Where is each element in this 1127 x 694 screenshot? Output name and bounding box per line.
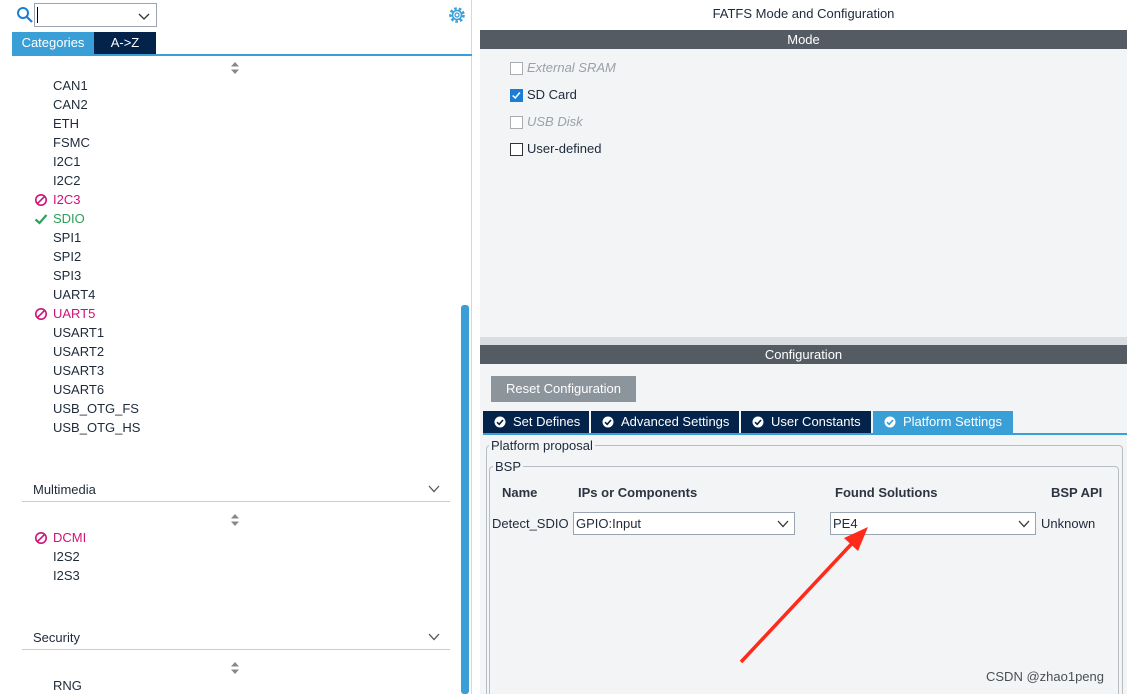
sort-arrows-icon[interactable] [230, 62, 240, 74]
chevron-down-icon [428, 633, 440, 641]
watermark: CSDN @zhao1peng [986, 669, 1104, 684]
mode-area: External SRAM SD Card USB Disk User-defined [480, 49, 1127, 337]
gear-icon[interactable] [447, 5, 467, 25]
mode-option-label: USB Disk [527, 114, 583, 129]
platform-proposal-label: Platform proposal [489, 438, 595, 453]
search-input[interactable] [34, 3, 157, 27]
row-name: Detect_SDIO [492, 516, 569, 531]
tab-advanced-settings[interactable]: Advanced Settings [591, 411, 739, 433]
section-label: Multimedia [33, 482, 96, 497]
scrollbar-thumb[interactable] [461, 305, 469, 694]
peripheral-item[interactable]: CAN1 [53, 76, 88, 95]
peripheral-item[interactable]: SDIO [53, 209, 85, 228]
peripheral-item[interactable]: USB_OTG_FS [53, 399, 139, 418]
peripheral-item[interactable]: SPI3 [53, 266, 81, 285]
chevron-down-icon [777, 520, 789, 528]
peripheral-item[interactable]: USART6 [53, 380, 104, 399]
sort-arrows-icon[interactable] [230, 514, 240, 526]
checkbox [510, 116, 523, 129]
found-solution-value: PE4 [833, 516, 858, 531]
peripheral-item[interactable]: SPI1 [53, 228, 81, 247]
section-label: Security [33, 630, 80, 645]
fatfs-config-panel: FATFS Mode and Configuration Mode Extern… [480, 0, 1127, 694]
peripheral-item[interactable]: FSMC [53, 133, 90, 152]
peripheral-item[interactable]: I2C2 [53, 171, 80, 190]
tab-a-z[interactable]: A->Z [94, 32, 156, 54]
peripheral-item[interactable]: DCMI [53, 528, 86, 547]
tab-label: Advanced Settings [621, 414, 730, 429]
checkbox [510, 62, 523, 75]
tab-label: User Constants [771, 414, 861, 429]
peripheral-item[interactable]: I2C1 [53, 152, 80, 171]
peripheral-tree-panel: Categories A->Z CAN1 CAN2 ETH FSMC I2C1 I2C2 I… [0, 0, 472, 694]
checkbox[interactable] [510, 89, 523, 102]
prohibited-icon [35, 308, 47, 320]
peripheral-item[interactable]: I2C3 [53, 190, 80, 209]
ip-component-value: GPIO:Input [576, 516, 642, 531]
mode-option-label: External SRAM [527, 60, 616, 75]
bsp-group [489, 466, 1119, 694]
configuration-area: Reset Configuration Set Defines Advanced … [480, 364, 1127, 694]
check-circle-icon [494, 416, 506, 428]
panel-title: FATFS Mode and Configuration [712, 6, 895, 21]
chevron-down-icon [428, 485, 440, 493]
section-security[interactable]: Security [22, 626, 450, 650]
tab-label: Set Defines [513, 414, 581, 429]
tab-set-defines[interactable]: Set Defines [483, 411, 589, 433]
prohibited-icon [35, 194, 47, 206]
check-icon [512, 92, 521, 100]
tab-underline [483, 433, 1127, 435]
column-header-ips: IPs or Components [578, 485, 698, 500]
check-circle-icon [752, 416, 764, 428]
reset-configuration-button[interactable]: Reset Configuration [491, 376, 636, 402]
tab-platform-settings[interactable]: Platform Settings [873, 411, 1013, 433]
tab-categories[interactable]: Categories [12, 32, 94, 54]
search-row [0, 0, 472, 30]
check-circle-icon [884, 416, 896, 428]
splitter[interactable] [480, 337, 1127, 345]
peripheral-item[interactable]: USB_OTG_HS [53, 418, 140, 437]
peripheral-item[interactable]: UART4 [53, 285, 95, 304]
peripheral-item[interactable]: RNG [53, 676, 82, 694]
configuration-header: Configuration [480, 345, 1127, 364]
column-header-found-solutions: Found Solutions [835, 485, 938, 500]
peripheral-item[interactable]: CAN2 [53, 95, 88, 114]
peripheral-item[interactable]: USART2 [53, 342, 104, 361]
column-header-bsp-api: BSP API [1051, 485, 1103, 500]
tab-label: Platform Settings [903, 414, 1002, 429]
text-cursor [37, 7, 38, 23]
bsp-label: BSP [493, 459, 524, 474]
bsp-api-value: Unknown [1041, 516, 1096, 531]
ip-component-select[interactable]: GPIO:Input [573, 512, 795, 535]
column-header-name: Name [502, 485, 538, 500]
mode-option-label: SD Card [527, 87, 577, 102]
peripheral-item[interactable]: SPI2 [53, 247, 81, 266]
search-icon[interactable] [16, 6, 34, 24]
checkbox[interactable] [510, 143, 523, 156]
found-solutions-select[interactable]: PE4 [830, 512, 1036, 535]
peripheral-item[interactable]: USART3 [53, 361, 104, 380]
mode-option-label: User-defined [527, 141, 602, 156]
peripheral-item[interactable]: I2S2 [53, 547, 80, 566]
chevron-down-icon[interactable] [138, 10, 150, 22]
tab-underline [12, 54, 472, 56]
prohibited-icon [35, 532, 47, 544]
peripheral-item[interactable]: I2S3 [53, 566, 80, 585]
check-icon [34, 214, 48, 225]
peripheral-item[interactable]: USART1 [53, 323, 104, 342]
peripheral-item[interactable]: ETH [53, 114, 79, 133]
section-multimedia[interactable]: Multimedia [22, 478, 450, 502]
tab-user-constants[interactable]: User Constants [741, 411, 871, 433]
sort-arrows-icon[interactable] [230, 662, 240, 674]
chevron-down-icon [1018, 520, 1030, 528]
peripheral-item[interactable]: UART5 [53, 304, 95, 323]
mode-header: Mode [480, 30, 1127, 49]
check-circle-icon [602, 416, 614, 428]
